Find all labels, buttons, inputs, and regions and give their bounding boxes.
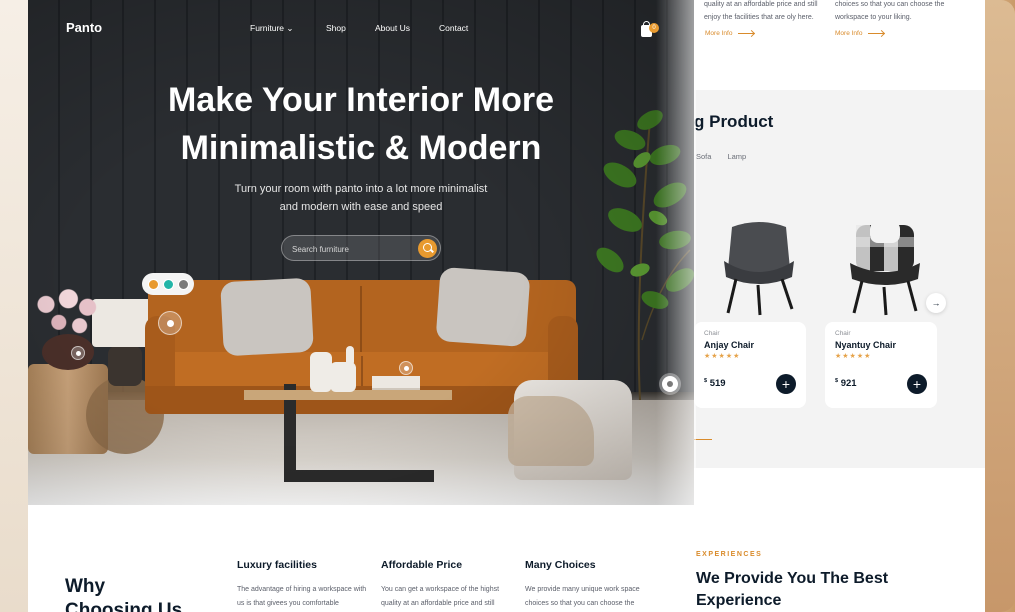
feature-title: Affordable Price	[381, 559, 463, 571]
product-hotspot[interactable]	[399, 361, 413, 375]
feature-title: Many Choices	[525, 559, 596, 571]
product-hotspot[interactable]	[662, 376, 678, 392]
flowers	[30, 282, 110, 338]
add-to-cart-button[interactable]: +	[776, 374, 796, 394]
pillow-left	[220, 277, 314, 357]
search-bar	[281, 235, 441, 261]
feature-text: You can get a workspace of the highst qu…	[381, 586, 500, 607]
flower-pot	[42, 334, 94, 370]
pillow-right	[435, 266, 531, 348]
hero-subline: Turn your room with panto into a lot mor…	[234, 183, 488, 213]
rating-stars-icon: ★★★★★	[835, 353, 872, 360]
products-section: g Product Sofa Lamp Chair Anjay Chair ★★…	[694, 90, 985, 468]
nav-item-furniture[interactable]: Furniture ⌄	[250, 23, 326, 34]
more-info-label: More Info	[705, 30, 733, 37]
products-title: g Product	[694, 112, 774, 131]
feature-text: The advantage of hiring a workspace with…	[237, 586, 367, 607]
product-hotspot[interactable]	[158, 311, 182, 335]
hero-section: Panto Furniture ⌄ Shop About Us Contact …	[28, 0, 694, 505]
more-info-label: More Info	[835, 30, 863, 37]
hero-headline: Make Your Interior More Minimalistic & M…	[167, 81, 555, 167]
nav-item-shop[interactable]: Shop	[326, 23, 375, 34]
feature-text-1: quality at an affordable price and still…	[704, 1, 818, 21]
rating-stars-icon: ★★★★★	[704, 353, 741, 360]
feature-luxury: Luxury facilities The advantage of hirin…	[237, 559, 372, 611]
product-card[interactable]: Chair Nyantuy Chair ★★★★★ $ 921 +	[825, 322, 937, 408]
product-price: $ 519	[704, 378, 726, 390]
chair-image-2	[830, 216, 940, 318]
why-choosing-us-title: Why Choosing Us	[65, 576, 183, 612]
brand-logo[interactable]: Panto	[66, 20, 102, 35]
vase	[330, 362, 356, 392]
nav-item-about-us[interactable]: About Us	[375, 23, 439, 34]
experiences-label: EXPERIENCES	[696, 551, 763, 558]
product-hotspot[interactable]	[71, 346, 85, 360]
books	[372, 376, 420, 390]
left-frame-edge	[0, 0, 28, 612]
tab-lamp[interactable]: Lamp	[727, 152, 746, 161]
right-frame-edge	[985, 0, 1015, 612]
product-name: Nyantuy Chair	[835, 340, 897, 350]
add-to-cart-button[interactable]: +	[907, 374, 927, 394]
cart-button[interactable]: 0	[641, 21, 661, 38]
tab-sofa[interactable]: Sofa	[696, 152, 711, 161]
arrow-right-icon	[694, 439, 712, 440]
product-type: Chair	[704, 330, 720, 337]
nav-item-contact[interactable]: Contact	[439, 23, 468, 34]
top-navigation: Panto Furniture ⌄ Shop About Us Contact …	[28, 0, 694, 56]
swatch-gray[interactable]	[177, 278, 189, 290]
product-price: $ 921	[835, 378, 857, 390]
main-menu: Furniture ⌄ Shop About Us Contact	[250, 23, 468, 34]
feature-title: Luxury facilities	[237, 559, 317, 571]
chevron-down-icon: ⌄	[286, 23, 294, 33]
experiences-title: We Provide You The Best Experience	[696, 570, 889, 609]
category-tabs: Sofa Lamp	[696, 152, 746, 161]
color-swatch-picker	[142, 273, 194, 295]
more-info-link-1[interactable]: More Info	[705, 30, 755, 37]
feature-text-2: choices so that you can choose the works…	[835, 1, 945, 21]
sofa-seat	[152, 352, 572, 388]
vase	[346, 346, 354, 366]
lamp-base	[108, 346, 142, 386]
arrow-right-icon	[738, 33, 755, 34]
feature-choices: Many Choices We provide many unique work…	[525, 559, 660, 611]
product-card[interactable]: Chair Anjay Chair ★★★★★ $ 519 +	[694, 322, 806, 408]
search-icon[interactable]	[418, 239, 437, 258]
feature-affordable: Affordable Price You can get a workspace…	[381, 559, 516, 611]
search-input[interactable]	[292, 242, 402, 256]
front-page: Panto Furniture ⌄ Shop About Us Contact …	[28, 0, 694, 612]
more-info-link-2[interactable]: More Info	[835, 30, 885, 37]
vase	[310, 352, 332, 392]
cart-count-badge: 0	[649, 23, 659, 33]
product-name: Anjay Chair	[704, 340, 755, 350]
chair-image-1	[704, 216, 814, 318]
product-type: Chair	[835, 330, 851, 337]
pouf-with-blanket	[508, 380, 632, 480]
background-page: quality at an affordable price and still…	[694, 0, 985, 612]
arrow-right-icon	[868, 33, 885, 34]
feature-text: We provide many unique work space choice…	[525, 586, 640, 607]
next-arrow-button[interactable]: →	[926, 293, 946, 313]
swatch-orange[interactable]	[147, 278, 159, 290]
table-base	[284, 470, 434, 482]
swatch-teal[interactable]	[162, 278, 174, 290]
